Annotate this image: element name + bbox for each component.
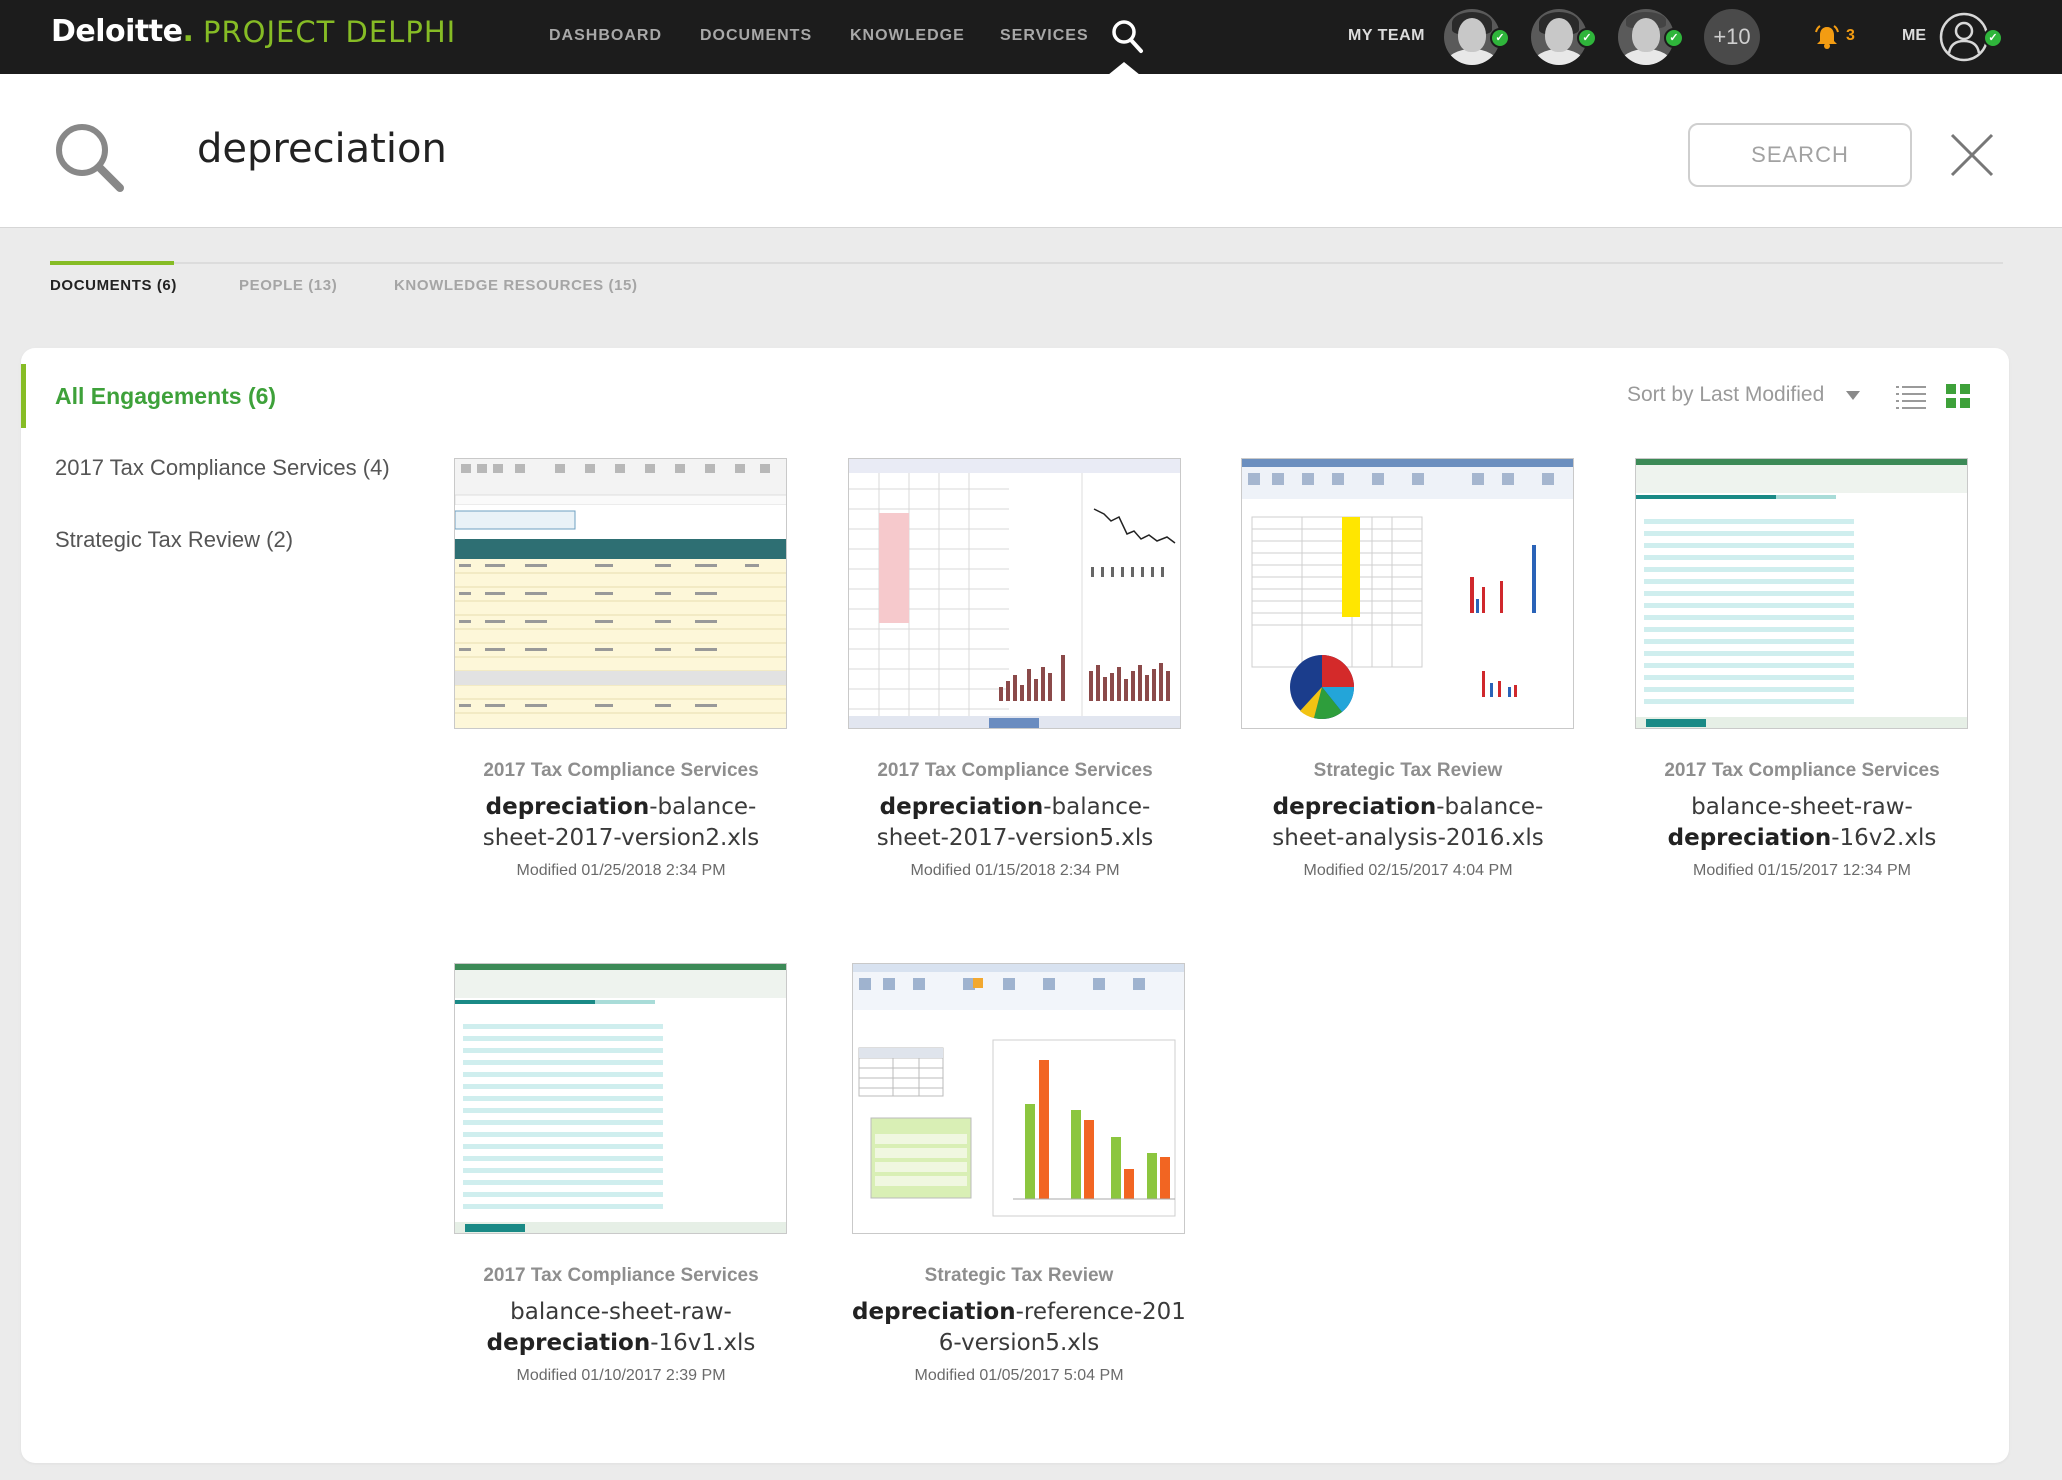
notification-count: 3 [1846,27,1855,44]
document-name[interactable]: balance-sheet-raw-depreciation-16v1.xls [454,1297,788,1359]
engagement-label: 2017 Tax Compliance Services [483,1265,759,1286]
modified-date: Modified 01/15/2017 12:34 PM [1693,862,1911,879]
document-card-info: 2017 Tax Compliance Services balance-she… [1635,760,1969,880]
nav-knowledge[interactable]: KNOWLEDGE [850,27,965,45]
document-name[interactable]: depreciation-balance-sheet-analysis-2016… [1241,792,1575,854]
document-name[interactable]: balance-sheet-raw-depreciation-16v2.xls [1635,792,1969,854]
active-tab-indicator [50,261,174,265]
tabs-divider [50,262,2003,264]
document-name[interactable]: depreciation-reference-2016-version5.xls [852,1297,1186,1359]
tab-knowledge-resources[interactable]: KNOWLEDGE RESOURCES (15) [394,277,638,294]
modified-date: Modified 01/15/2018 2:34 PM [910,862,1120,879]
document-thumbnail[interactable] [454,963,787,1234]
project-title[interactable]: PROJECT DELPHI [203,15,456,49]
document-name[interactable]: depreciation-balance-sheet-2017-version2… [454,792,788,854]
nav-services[interactable]: SERVICES [1000,27,1089,45]
me-label: ME [1902,27,1926,44]
sort-dropdown[interactable]: Sort by Last Modified [1627,383,1824,407]
document-thumbnail[interactable] [454,458,787,729]
my-team-label: MY TEAM [1348,27,1425,44]
close-icon[interactable] [1948,131,1996,179]
online-status-icon: ✓ [1664,28,1684,48]
document-card-info: Strategic Tax Review depreciation-balanc… [1241,760,1575,880]
chevron-down-icon[interactable] [1846,391,1860,400]
engagement-label: Strategic Tax Review [1313,760,1503,781]
grid-view-icon[interactable] [1946,384,1970,408]
engagement-label: 2017 Tax Compliance Services [483,760,759,781]
tab-documents[interactable]: DOCUMENTS (6) [50,277,177,294]
search-icon[interactable] [1110,18,1144,54]
document-card-info: 2017 Tax Compliance Services depreciatio… [848,760,1182,880]
modified-date: Modified 01/05/2017 5:04 PM [914,1367,1124,1384]
tab-people[interactable]: PEOPLE (13) [239,277,337,294]
document-card-info: 2017 Tax Compliance Services depreciatio… [454,760,788,880]
document-thumbnail[interactable] [1241,458,1574,729]
engagement-label: 2017 Tax Compliance Services [1664,760,1940,781]
modified-date: Modified 02/15/2017 4:04 PM [1303,862,1513,879]
deloitte-logo[interactable]: Deloitte. [51,14,194,49]
search-button[interactable]: SEARCH [1688,123,1912,187]
document-card-info: Strategic Tax Review depreciation-refere… [852,1265,1186,1385]
nav-documents[interactable]: DOCUMENTS [700,27,812,45]
engagement-label: Strategic Tax Review [924,1265,1114,1286]
filter-all-engagements[interactable]: All Engagements (6) [55,383,276,410]
bell-icon[interactable] [1814,24,1840,50]
search-icon [56,124,124,192]
online-status-icon: ✓ [1490,28,1510,48]
top-navigation-bar: Deloitte. PROJECT DELPHI DASHBOARD DOCUM… [0,0,2062,75]
modified-date: Modified 01/25/2018 2:34 PM [516,862,726,879]
document-thumbnail[interactable] [848,458,1181,729]
online-status-icon: ✓ [1983,28,2003,48]
modified-date: Modified 01/10/2017 2:39 PM [516,1367,726,1384]
engagement-label: 2017 Tax Compliance Services [877,760,1153,781]
nav-dashboard[interactable]: DASHBOARD [549,27,662,45]
more-team-members-button[interactable]: +10 [1704,9,1760,65]
filter-strategic-tax-review[interactable]: Strategic Tax Review (2) [55,527,293,553]
list-view-icon[interactable] [1896,384,1926,410]
document-thumbnail[interactable] [852,963,1185,1234]
document-thumbnail[interactable] [1635,458,1968,729]
document-card-info: 2017 Tax Compliance Services balance-she… [454,1265,788,1385]
search-bar: depreciation SEARCH [0,74,2062,228]
document-name[interactable]: depreciation-balance-sheet-2017-version5… [848,792,1182,854]
online-status-icon: ✓ [1577,28,1597,48]
search-input[interactable]: depreciation [197,126,447,172]
filter-tax-compliance[interactable]: 2017 Tax Compliance Services (4) [55,455,390,481]
active-filter-indicator [21,364,26,428]
